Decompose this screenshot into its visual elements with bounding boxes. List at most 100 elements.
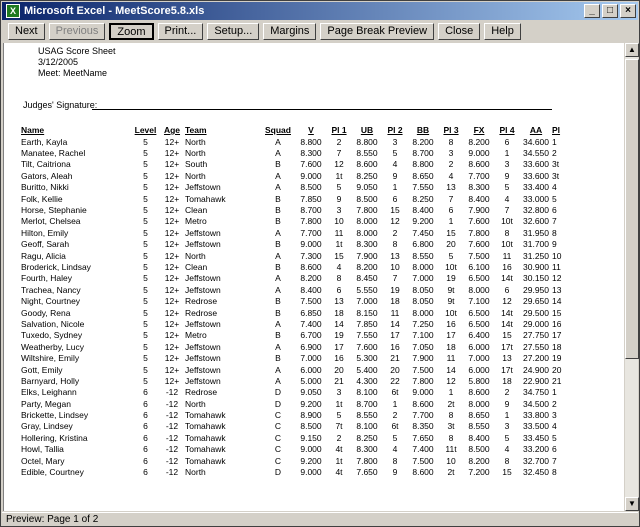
table-cell: 9.000 (468, 148, 490, 159)
table-cell: 7.050 (412, 341, 434, 352)
table-cell: 5 (143, 364, 148, 375)
table-row: Buritto, Nikki 5 12+ Jeffstown A 8.500 5 9.050 1… (21, 182, 566, 193)
table-cell: Metro (185, 330, 207, 341)
table-cell: 5 (504, 182, 510, 193)
table-cell: 29.500 (523, 307, 549, 318)
table-cell: 7.900 (468, 205, 490, 216)
table-cell: 9.050 (300, 387, 322, 398)
table-cell: A (275, 136, 281, 147)
margins-button[interactable]: Margins (263, 22, 317, 40)
scroll-up-icon[interactable]: ▲ (625, 43, 639, 57)
table-cell: 7.800 (356, 205, 378, 216)
table-cell: 7.000 (300, 353, 322, 364)
table-cell: 12 (334, 159, 344, 170)
table-cell: 8 (448, 410, 454, 421)
table-cell: 7.250 (412, 318, 434, 329)
table-cell: Clean (185, 205, 208, 216)
previous-button[interactable]: Previous (48, 22, 106, 40)
table-cell: Merlot, Chelsea (21, 216, 81, 227)
table-header-row: Name Level Age Team Squad V Pl 1 UB Pl 2 BB Pl 3 FX… (21, 124, 566, 136)
table-cell: A (275, 148, 281, 159)
table-cell: 8 (504, 455, 510, 466)
table-cell: 8.300 (468, 182, 490, 193)
table-cell: 33.500 (523, 421, 549, 432)
setup-button[interactable]: Setup... (207, 22, 260, 40)
table-cell: 27.750 (523, 330, 549, 341)
table-cell: 31.700 (523, 239, 549, 250)
table-cell: 4 (552, 182, 557, 193)
table-cell: 31.950 (523, 227, 549, 238)
table-cell: 30.150 (523, 273, 549, 284)
table-cell: D (274, 467, 282, 478)
table-cell: 8.600 (356, 159, 378, 170)
table-cell: Trachea, Nancy (21, 284, 81, 295)
maximize-button[interactable]: □ (602, 4, 618, 18)
table-cell: 20 (390, 364, 400, 375)
table-cell: 3 (504, 421, 510, 432)
table-cell: 2 (392, 227, 398, 238)
table-cell: B (275, 239, 281, 250)
table-cell: Jeffstown (185, 341, 221, 352)
table-cell: 2 (552, 398, 557, 409)
close-button[interactable]: Close (438, 22, 481, 40)
page-break-preview-button[interactable]: Page Break Preview (320, 22, 435, 40)
vertical-scrollbar[interactable]: ▲ ▼ (624, 43, 639, 511)
table-cell: 12+ (164, 353, 180, 364)
print-button[interactable]: Print... (157, 22, 204, 40)
column-header: V (308, 125, 314, 135)
table-cell: 5 (143, 353, 148, 364)
table-row: Brickette, Lindsey 6 -12 Tomahawk C 8.900 5 8.5… (21, 409, 566, 420)
excel-icon: X (6, 4, 20, 18)
table-cell: 9.150 (300, 432, 322, 443)
table-cell: 8.000 (356, 216, 378, 227)
table-row: Folk, Kellie 5 12+ Tomahawk B 7.850 9 8.500 6 8.2… (21, 193, 566, 204)
table-cell: Redrose (185, 307, 218, 318)
table-cell: 8.200 (468, 136, 490, 147)
table-cell: Tomahawk (185, 410, 226, 421)
scrollbar-thumb[interactable] (625, 59, 639, 359)
close-window-button[interactable]: × (620, 4, 636, 18)
table-cell: 24.900 (523, 364, 549, 375)
sheet-date: 3/12/2005 (38, 57, 79, 67)
zoom-button[interactable]: Zoom (109, 22, 154, 40)
table-cell: 19 (334, 330, 344, 341)
table-row: Trachea, Nancy 5 12+ Jeffstown A 8.400 6 5.550 1… (21, 284, 566, 295)
table-cell: 8.400 (468, 193, 490, 204)
table-cell: 10 (390, 261, 400, 272)
table-cell: 3 (448, 148, 454, 159)
table-cell: 12+ (164, 250, 180, 261)
table-cell: 9.000 (412, 387, 434, 398)
table-cell: 8.000 (412, 307, 434, 318)
table-row: Fourth, Haley 5 12+ Jeffstown A 8.200 8 8.450 7 7… (21, 273, 566, 284)
table-cell: 9t (447, 284, 455, 295)
table-cell: 5.300 (356, 353, 378, 364)
table-cell: 6.850 (300, 307, 322, 318)
table-cell: 34.750 (523, 387, 549, 398)
table-cell: 29.950 (523, 284, 549, 295)
table-cell: 7.700 (300, 227, 322, 238)
table-cell: 6.700 (300, 330, 322, 341)
table-cell: 12+ (164, 318, 180, 329)
table-cell: Jeffstown (185, 284, 221, 295)
table-cell: 5 (143, 182, 148, 193)
table-cell: 33.000 (523, 193, 549, 204)
table-cell: Manatee, Rachel (21, 148, 86, 159)
table-cell: 4 (392, 444, 398, 455)
table-cell: 6 (336, 284, 342, 295)
table-cell: 5 (143, 159, 148, 170)
table-cell: 4t (335, 444, 343, 455)
table-cell: 20 (552, 364, 562, 375)
table-cell: 5 (143, 205, 148, 216)
table-cell: Horse, Stephanie (21, 205, 87, 216)
table-cell: 9.200 (300, 455, 322, 466)
table-cell: North (185, 170, 206, 181)
table-cell: 6.000 (468, 341, 490, 352)
table-row: Geoff, Sarah 5 12+ Jeffstown B 9.000 1t 8.300 8 6… (21, 239, 566, 250)
table-cell: 33.450 (523, 432, 549, 443)
next-button[interactable]: Next (8, 22, 45, 40)
minimize-button[interactable]: _ (584, 4, 600, 18)
scroll-down-icon[interactable]: ▼ (625, 497, 639, 511)
table-cell: 7 (552, 216, 557, 227)
help-button[interactable]: Help (484, 22, 521, 40)
table-cell: Wiltshire, Emily (21, 353, 80, 364)
